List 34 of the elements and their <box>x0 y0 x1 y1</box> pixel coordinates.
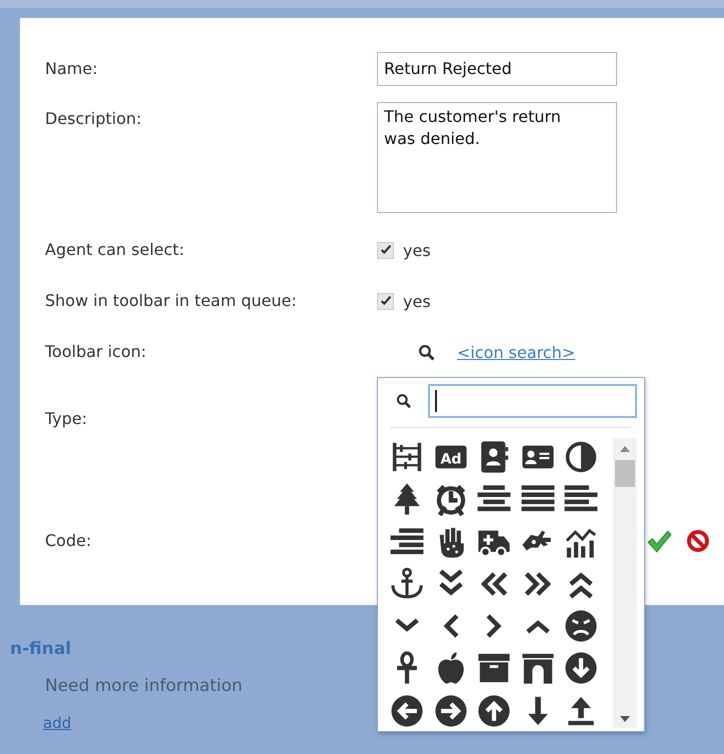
field-label: Agent can select: <box>45 239 186 261</box>
name-field[interactable]: Return Rejected <box>377 52 617 86</box>
contrast-icon[interactable] <box>564 440 598 474</box>
icon-search-link[interactable]: <icon search> <box>457 342 576 362</box>
field-label: Name: <box>45 58 99 80</box>
field-label: Description: <box>45 108 143 130</box>
archway-icon[interactable] <box>520 651 554 686</box>
description-field[interactable]: The customer's return was denied. <box>377 102 617 213</box>
abacus-icon[interactable] <box>390 440 424 474</box>
field-label: Type: <box>45 408 88 430</box>
arrow-circle-right-icon[interactable] <box>434 694 468 728</box>
field-label: Code: <box>45 530 92 552</box>
scroll-down-arrow-icon[interactable] <box>620 716 630 722</box>
arrow-circle-down-icon[interactable] <box>564 651 598 686</box>
checkbox-label: yes <box>403 240 431 260</box>
search-icon <box>396 393 412 409</box>
checkmark-icon[interactable] <box>646 528 672 554</box>
angry-face-icon[interactable] <box>564 609 598 644</box>
checkbox[interactable] <box>377 242 394 258</box>
arrow-circle-left-icon[interactable] <box>390 694 424 728</box>
prohibited-icon[interactable] <box>686 529 710 553</box>
arrow-circle-up-icon[interactable] <box>477 694 511 728</box>
search-icon <box>418 344 435 360</box>
scroll-up-arrow-icon[interactable] <box>620 446 630 452</box>
scrollbar[interactable] <box>613 438 637 728</box>
list-item: Need more information <box>45 676 244 696</box>
icon-search-field[interactable] <box>428 384 637 418</box>
scrollbar-thumb[interactable] <box>615 460 635 487</box>
checkbox[interactable] <box>377 292 394 310</box>
field-label: Toolbar icon: <box>45 341 148 363</box>
anchor-icon[interactable] <box>390 566 424 601</box>
checkbox-label: yes <box>403 292 431 310</box>
section-title: n-final <box>10 639 72 659</box>
field-label: Show in toolbar in team queue: <box>45 290 298 312</box>
